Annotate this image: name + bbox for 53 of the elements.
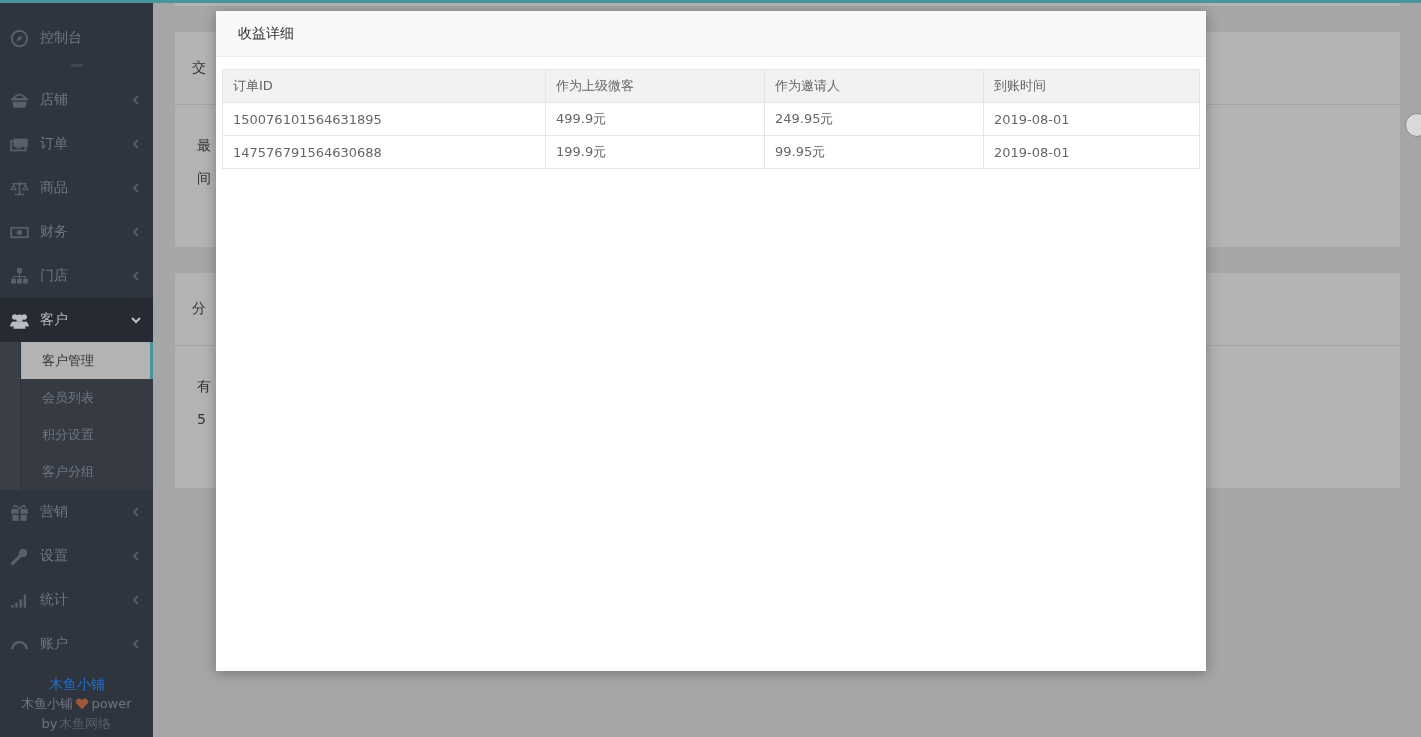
table-cell: 499.9元 — [545, 102, 765, 136]
chevron-left-icon — [131, 271, 141, 281]
menu-item[interactable]: 店铺 — [0, 78, 153, 122]
menu-item[interactable]: 设置 — [0, 534, 153, 578]
chevron-left-icon — [131, 183, 141, 193]
chevron-left-icon — [131, 595, 141, 605]
menu-item[interactable]: 订单 — [0, 122, 153, 166]
modal-title: 收益详细 — [238, 24, 294, 43]
submenu-item[interactable]: 客户分组 — [20, 453, 153, 490]
column-header: 作为邀请人 — [764, 69, 984, 103]
chevron-down-icon — [131, 315, 141, 325]
menu-item[interactable]: 账户 — [0, 622, 153, 666]
scale-icon — [10, 178, 29, 198]
chevron-left-icon — [131, 139, 141, 149]
table-cell: 99.95元 — [764, 135, 984, 169]
chevron-left-icon — [131, 227, 141, 237]
brand-link[interactable]: 木鱼小铺 — [0, 674, 153, 694]
menu-item[interactable]: 商品 — [0, 166, 153, 210]
menu-item[interactable]: 统计 — [0, 578, 153, 622]
column-header: 到账时间 — [983, 69, 1200, 103]
menu-item[interactable]: 门店 — [0, 254, 153, 298]
panel-text: 5 — [197, 411, 206, 429]
footer-text: by — [41, 715, 58, 733]
chevron-left-icon — [131, 551, 141, 561]
table-cell: 147576791564630688 — [222, 135, 546, 169]
submenu-item[interactable]: 积分设置 — [20, 416, 153, 453]
sitemap-icon — [10, 266, 29, 286]
submenu-item[interactable]: 客户管理 — [20, 342, 153, 379]
wrench-icon — [10, 546, 29, 566]
heart-icon — [75, 698, 90, 710]
menu-item[interactable]: 客户 — [0, 298, 153, 342]
chevron-left-icon — [131, 507, 141, 517]
menu-item[interactable]: 控制台 — [0, 16, 153, 60]
table-cell: 2019-08-01 — [983, 102, 1200, 136]
table-cell: 2019-08-01 — [983, 135, 1200, 169]
footer-text: power — [91, 695, 132, 713]
table-cell: 249.95元 — [764, 102, 984, 136]
chevron-left-icon — [131, 639, 141, 649]
panel-text: 间 — [197, 170, 211, 188]
table-cell: 150076101564631895 — [222, 102, 546, 136]
column-header: 作为上级微客 — [545, 69, 765, 103]
column-header: 订单ID — [222, 69, 546, 103]
panel-text: 有 — [197, 378, 211, 396]
chevron-left-icon — [131, 95, 141, 105]
compass-icon — [10, 28, 29, 48]
panel-title: 交 — [192, 59, 206, 77]
table-cell: 199.9元 — [545, 135, 765, 169]
gift-icon — [10, 502, 29, 522]
footer-text: 木鱼小铺 — [21, 695, 74, 713]
panel-title: 分 — [192, 300, 206, 318]
menu-item[interactable]: 财务 — [0, 210, 153, 254]
menu-item[interactable]: 营销 — [0, 490, 153, 534]
panel-text: 最 — [197, 137, 211, 155]
